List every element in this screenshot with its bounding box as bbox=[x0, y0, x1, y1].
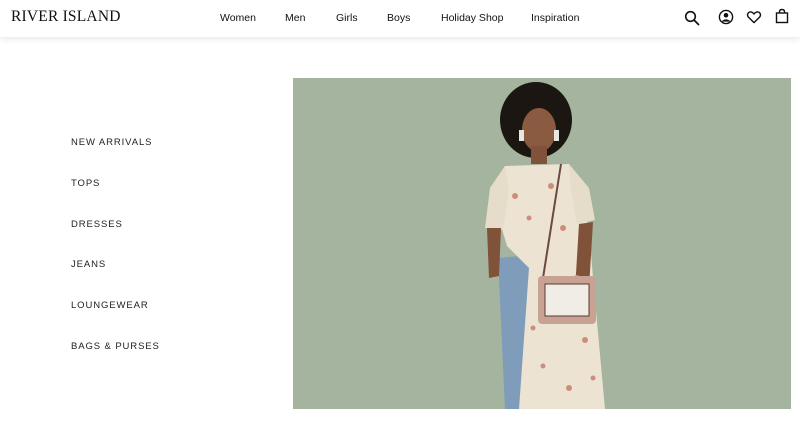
nav-item-women[interactable]: Women bbox=[220, 11, 256, 25]
account-icon[interactable] bbox=[718, 9, 734, 25]
search-icon[interactable] bbox=[684, 10, 700, 26]
sidebar-link-tops[interactable]: TOPS bbox=[71, 178, 100, 190]
model-neck bbox=[531, 146, 547, 164]
nav-item-girls[interactable]: Girls bbox=[336, 11, 358, 25]
hero-banner-image[interactable] bbox=[293, 78, 791, 409]
brand-logo[interactable]: RIVER ISLAND bbox=[11, 8, 121, 26]
sidebar-link-dresses[interactable]: DRESSES bbox=[71, 219, 123, 231]
sidebar-link-jeans[interactable]: JEANS bbox=[71, 259, 106, 271]
wishlist-heart-icon[interactable] bbox=[746, 9, 762, 25]
nav-item-holiday-shop[interactable]: Holiday Shop bbox=[441, 11, 503, 25]
shopping-bag-icon[interactable] bbox=[774, 8, 790, 24]
sidebar-link-new-arrivals[interactable]: NEW ARRIVALS bbox=[71, 137, 152, 149]
site-header: RIVER ISLAND Women Men Girls Boys Holida… bbox=[0, 0, 800, 37]
sidebar-link-bags-purses[interactable]: BAGS & PURSES bbox=[71, 341, 160, 353]
nav-item-men[interactable]: Men bbox=[285, 11, 305, 25]
hero-model-illustration bbox=[293, 78, 791, 409]
earring-left bbox=[519, 130, 524, 141]
nav-item-inspiration[interactable]: Inspiration bbox=[531, 11, 579, 25]
model-face bbox=[522, 108, 556, 152]
earring-right bbox=[554, 130, 559, 141]
model-arm-left bbox=[487, 228, 501, 278]
bag-flap-print bbox=[544, 283, 590, 317]
sidebar-link-loungewear[interactable]: LOUNGEWEAR bbox=[71, 300, 149, 312]
nav-item-boys[interactable]: Boys bbox=[387, 11, 410, 25]
